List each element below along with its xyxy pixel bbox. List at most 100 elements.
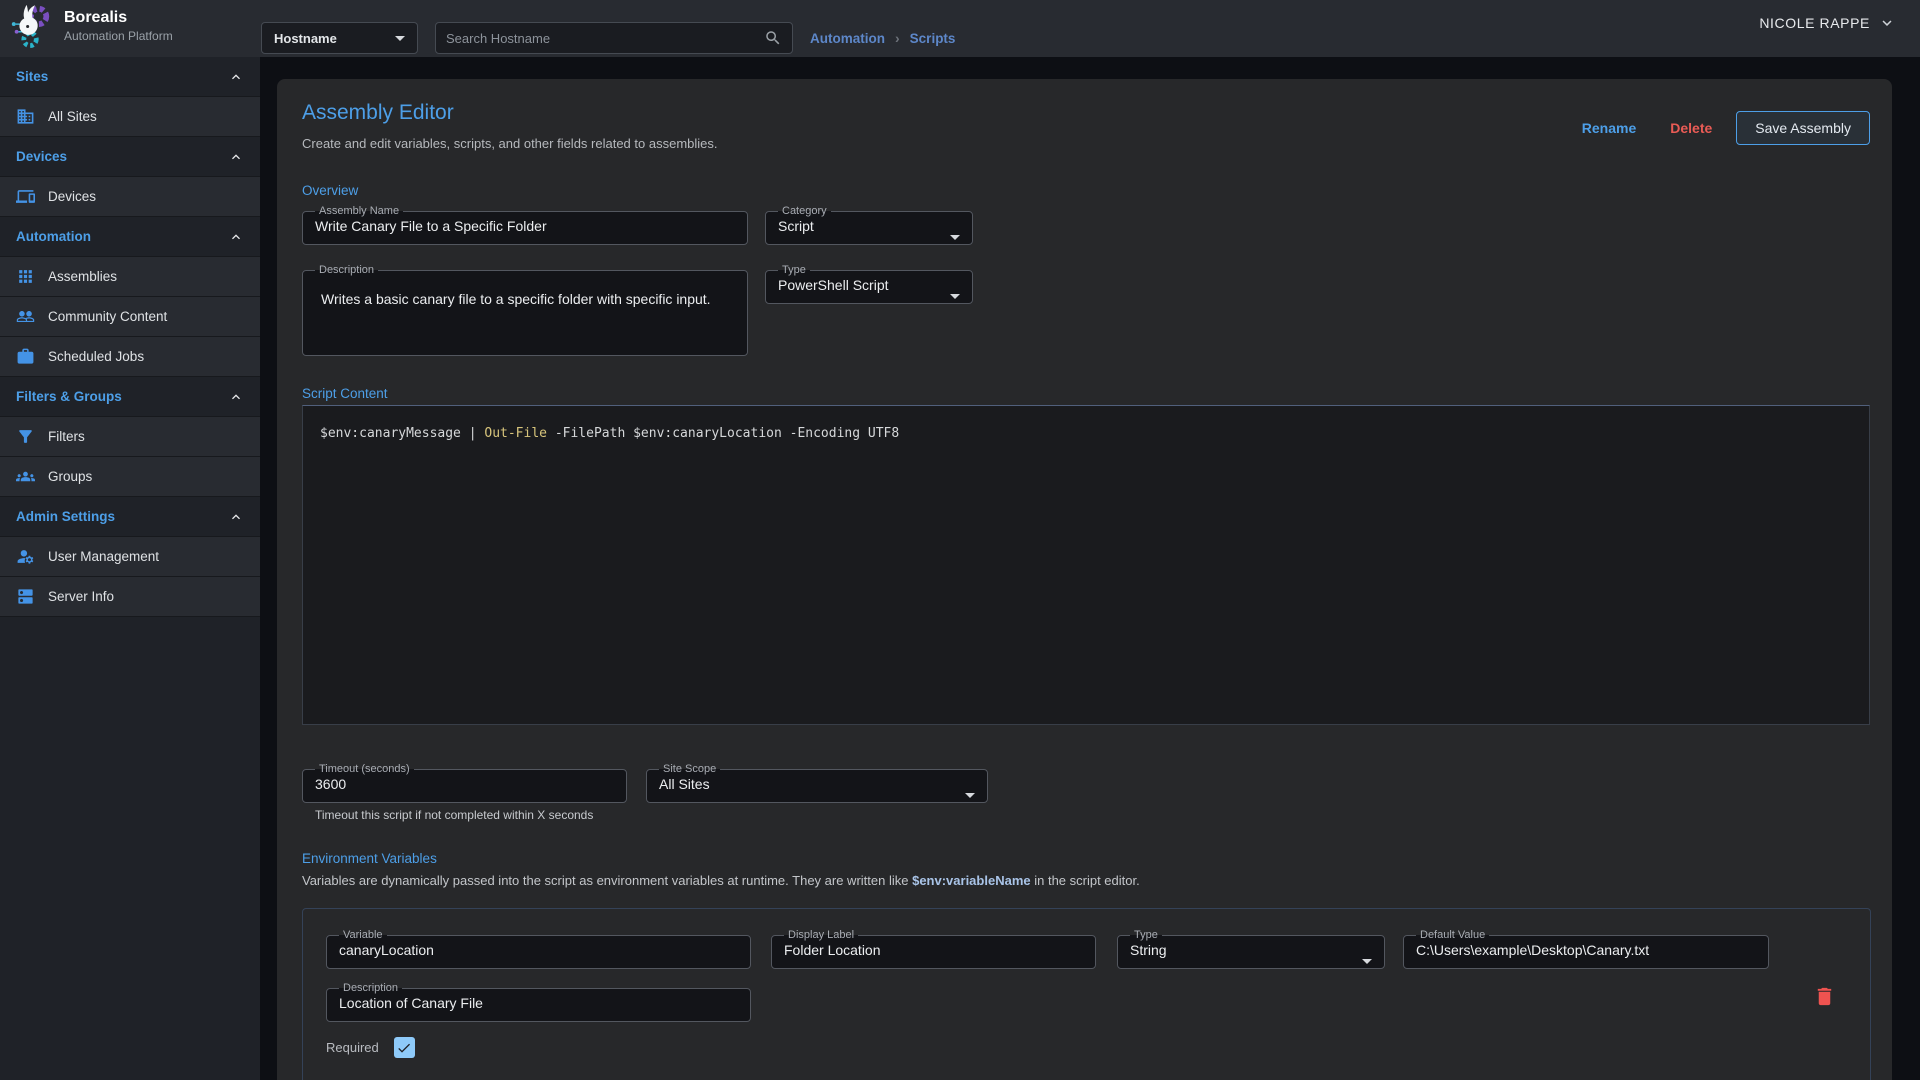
sidebar-item-label: Community Content xyxy=(48,309,167,324)
sidebar-item-server-info[interactable]: Server Info xyxy=(0,577,260,617)
brand-subtitle: Automation Platform xyxy=(64,29,173,43)
search-hostname-input[interactable] xyxy=(446,31,764,46)
description-value: Writes a basic canary file to a specific… xyxy=(321,288,721,310)
rename-button[interactable]: Rename xyxy=(1572,112,1646,144)
description-field[interactable]: Description Writes a basic canary file t… xyxy=(302,264,748,356)
sidebar-filler xyxy=(0,617,260,1080)
sidebar-item-all-sites[interactable]: All Sites xyxy=(0,97,260,137)
category-select[interactable]: Category Script xyxy=(765,205,973,245)
brand: Borealis Automation Platform xyxy=(8,3,173,49)
hostname-select-value: Hostname xyxy=(274,31,395,46)
user-name: NICOLE RAPPE xyxy=(1759,15,1870,31)
sidebar-section-filters-groups[interactable]: Filters & Groups xyxy=(0,377,260,417)
site-scope-value: All Sites xyxy=(659,776,975,792)
chevron-down-icon xyxy=(395,36,405,41)
default-value-value: C:\Users\example\Desktop\Canary.txt xyxy=(1416,942,1756,958)
sidebar-item-label: Filters xyxy=(48,429,85,444)
sidebar-item-label: Server Info xyxy=(48,589,114,604)
sidebar-item-scheduled-jobs[interactable]: Scheduled Jobs xyxy=(0,337,260,377)
sidebar-item-label: Scheduled Jobs xyxy=(48,349,144,364)
environment-variable-row: Variable canaryLocation Display Label Fo… xyxy=(302,908,1871,1080)
delete-variable-button[interactable] xyxy=(1813,985,1836,1011)
timeout-value: 3600 xyxy=(315,776,614,792)
header-actions: Rename Delete Save Assembly xyxy=(1572,111,1870,145)
environment-variables-description: Variables are dynamically passed into th… xyxy=(302,873,1140,888)
variable-name-value: canaryLocation xyxy=(339,942,738,958)
search-hostname-box[interactable] xyxy=(435,22,793,54)
breadcrumb: Automation › Scripts xyxy=(810,30,955,46)
chevron-up-icon xyxy=(228,509,244,525)
app-root: Borealis Automation Platform Hostname Au… xyxy=(0,0,1920,1080)
delete-button[interactable]: Delete xyxy=(1660,112,1722,144)
assembly-name-field[interactable]: Assembly Name Write Canary File to a Spe… xyxy=(302,205,748,245)
script-editor[interactable]: $env:canaryMessage | Out-File -FilePath … xyxy=(302,405,1870,725)
site-scope-label: Site Scope xyxy=(659,763,720,775)
timeout-helper-text: Timeout this script if not completed wit… xyxy=(315,808,593,822)
sidebar-section-label: Sites xyxy=(16,69,48,84)
variable-description-field[interactable]: Description Location of Canary File xyxy=(326,982,751,1022)
script-code-line: $env:canaryMessage | Out-File -FilePath … xyxy=(303,406,1869,441)
assembly-name-label: Assembly Name xyxy=(315,205,403,217)
user-gear-icon xyxy=(16,547,35,566)
briefcase-icon xyxy=(16,347,35,366)
required-row: Required xyxy=(326,1037,415,1058)
sidebar-item-community-content[interactable]: Community Content xyxy=(0,297,260,337)
sidebar-item-label: Groups xyxy=(48,469,92,484)
page-subtitle: Create and edit variables, scripts, and … xyxy=(302,136,718,151)
check-icon xyxy=(396,1040,412,1056)
filter-icon xyxy=(16,427,35,446)
sidebar-section-automation[interactable]: Automation xyxy=(0,217,260,257)
chevron-down-icon xyxy=(1878,14,1896,32)
chevron-down-icon xyxy=(950,235,960,240)
sidebar-item-filters[interactable]: Filters xyxy=(0,417,260,457)
category-value: Script xyxy=(778,218,960,234)
sidebar-item-groups[interactable]: Groups xyxy=(0,457,260,497)
sidebar-item-user-management[interactable]: User Management xyxy=(0,537,260,577)
env-desc-prefix: Variables are dynamically passed into th… xyxy=(302,873,912,888)
variable-type-value: String xyxy=(1130,942,1372,958)
sidebar-item-label: Devices xyxy=(48,189,96,204)
timeout-label: Timeout (seconds) xyxy=(315,763,414,775)
user-menu[interactable]: NICOLE RAPPE xyxy=(1759,14,1896,32)
assembly-editor-card: Assembly Editor Create and edit variable… xyxy=(277,79,1892,1080)
display-label-label: Display Label xyxy=(784,929,858,941)
hostname-select[interactable]: Hostname xyxy=(261,22,418,54)
required-checkbox[interactable] xyxy=(394,1037,415,1058)
sidebar-item-devices[interactable]: Devices xyxy=(0,177,260,217)
breadcrumb-item-scripts[interactable]: Scripts xyxy=(910,31,956,46)
variable-type-select[interactable]: Type String xyxy=(1117,929,1385,969)
sidebar: Sites All Sites Devices Devices Automati… xyxy=(0,57,260,1080)
topbar: Borealis Automation Platform Hostname Au… xyxy=(0,0,1920,57)
default-value-field[interactable]: Default Value C:\Users\example\Desktop\C… xyxy=(1403,929,1769,969)
grid-icon xyxy=(16,267,35,286)
sidebar-section-devices[interactable]: Devices xyxy=(0,137,260,177)
code-part2: -FilePath $env:canaryLocation -Encoding … xyxy=(547,426,899,441)
sidebar-item-assemblies[interactable]: Assemblies xyxy=(0,257,260,297)
variable-description-value: Location of Canary File xyxy=(339,995,738,1011)
building-icon xyxy=(16,107,35,126)
env-desc-suffix: in the script editor. xyxy=(1031,873,1140,888)
type-label: Type xyxy=(778,264,810,276)
site-scope-select[interactable]: Site Scope All Sites xyxy=(646,763,988,803)
sidebar-section-sites[interactable]: Sites xyxy=(0,57,260,97)
script-content-heading: Script Content xyxy=(302,386,388,401)
sidebar-section-label: Admin Settings xyxy=(16,509,115,524)
sidebar-item-label: User Management xyxy=(48,549,159,564)
required-label: Required xyxy=(326,1040,379,1055)
timeout-field[interactable]: Timeout (seconds) 3600 xyxy=(302,763,627,803)
sidebar-section-admin-settings[interactable]: Admin Settings xyxy=(0,497,260,537)
assembly-name-value: Write Canary File to a Specific Folder xyxy=(315,218,735,234)
variable-name-field[interactable]: Variable canaryLocation xyxy=(326,929,751,969)
save-assembly-button[interactable]: Save Assembly xyxy=(1736,111,1870,145)
type-value: PowerShell Script xyxy=(778,277,960,293)
brand-name: Borealis xyxy=(64,9,173,27)
type-select[interactable]: Type PowerShell Script xyxy=(765,264,973,304)
env-desc-code: $env:variableName xyxy=(912,873,1031,888)
chevron-up-icon xyxy=(228,149,244,165)
display-label-field[interactable]: Display Label Folder Location xyxy=(771,929,1096,969)
breadcrumb-item-automation[interactable]: Automation xyxy=(810,31,885,46)
chevron-down-icon xyxy=(1362,959,1372,964)
chevron-down-icon xyxy=(965,793,975,798)
trash-icon xyxy=(1813,985,1836,1008)
page-title: Assembly Editor xyxy=(302,101,454,125)
